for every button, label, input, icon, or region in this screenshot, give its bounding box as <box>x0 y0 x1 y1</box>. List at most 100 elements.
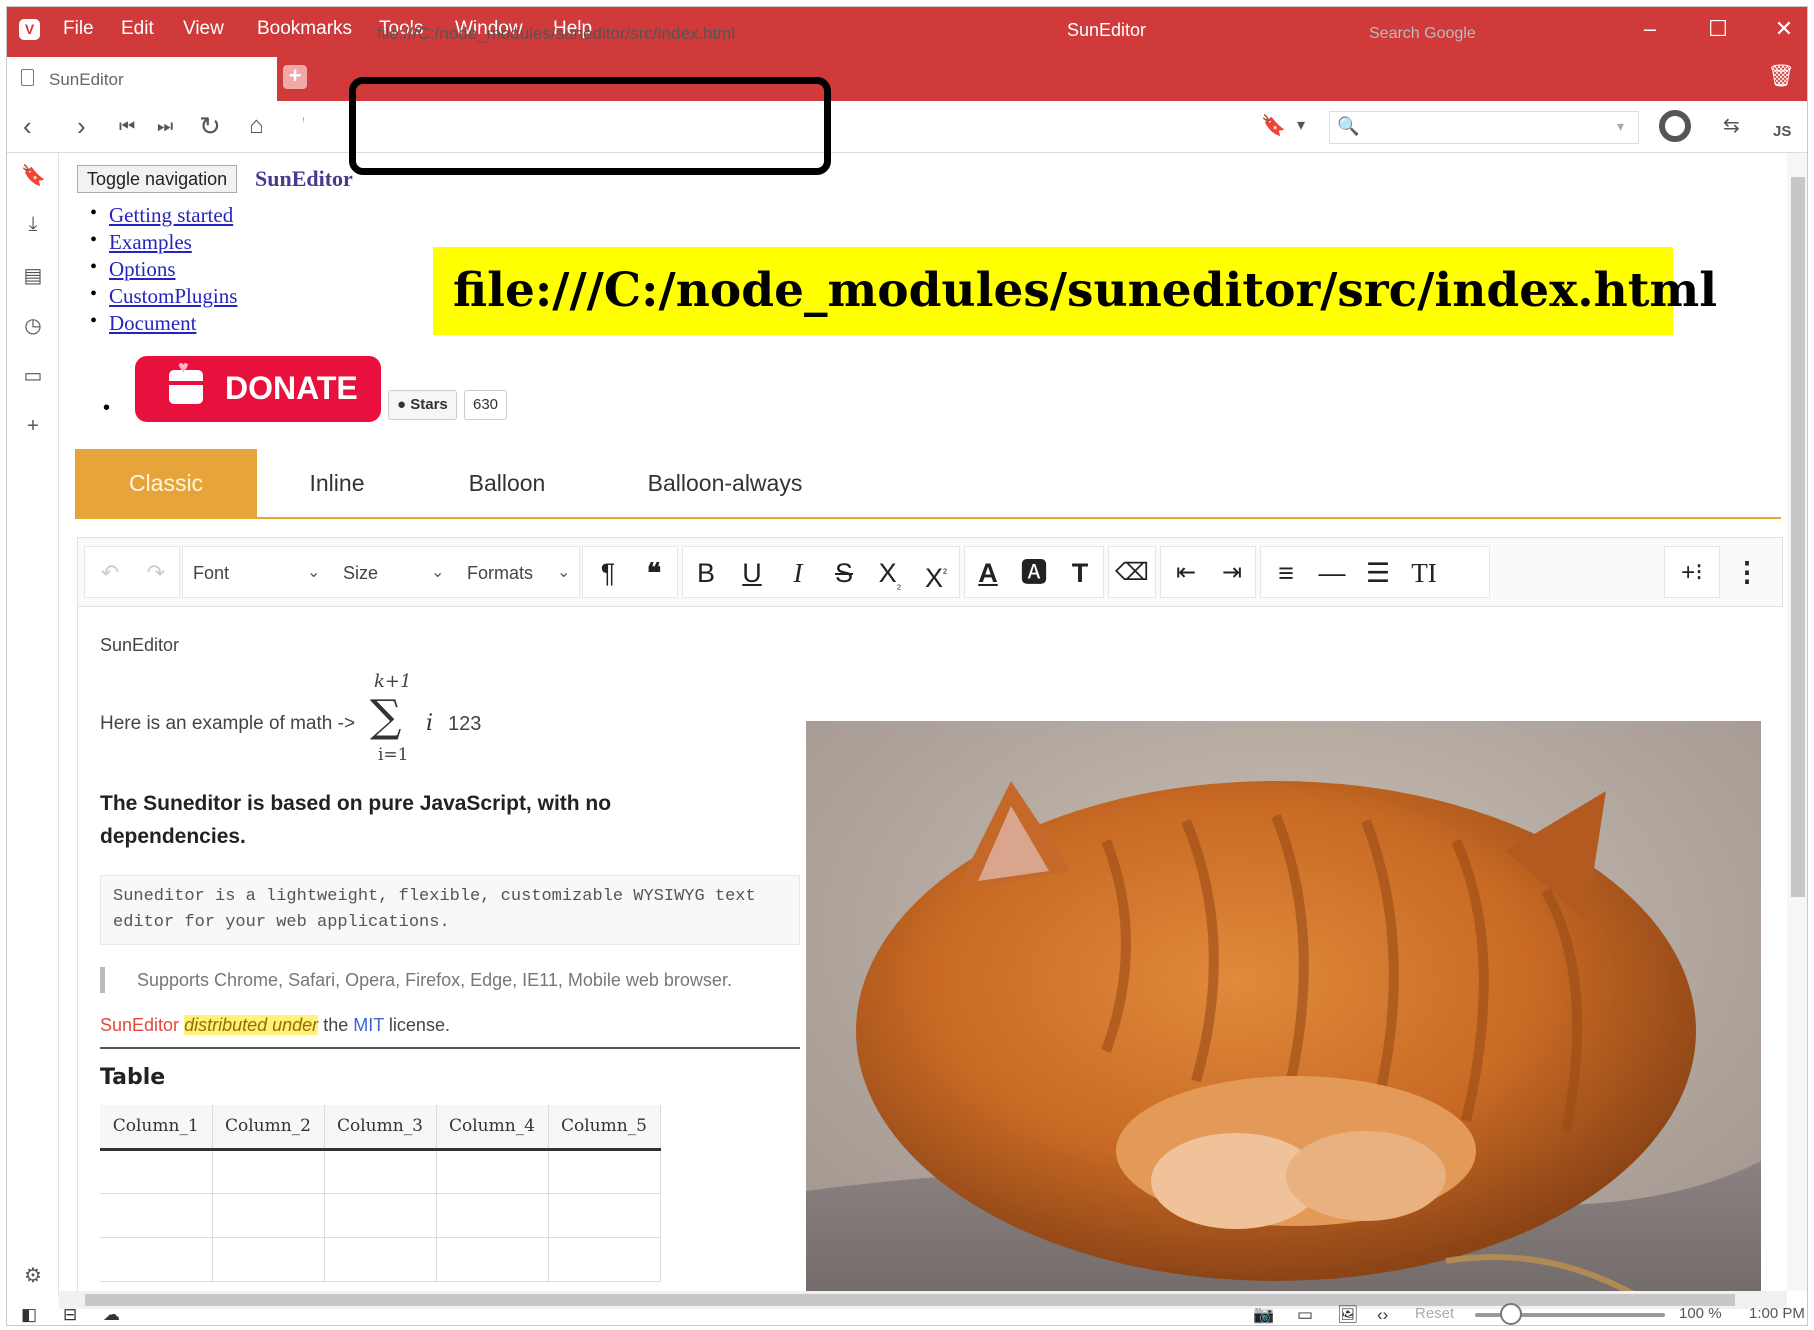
profile-avatar[interactable] <box>1659 110 1691 142</box>
vertical-scrollbar[interactable] <box>1787 153 1807 1291</box>
vertical-scroll-thumb[interactable] <box>1791 177 1805 897</box>
list-icon[interactable]: ☰ <box>1355 547 1401 599</box>
bookmark-icon[interactable]: 🔖 <box>1261 111 1286 141</box>
align-left-icon[interactable]: ≡ <box>1263 547 1309 599</box>
add-panel-icon[interactable]: + <box>21 415 45 438</box>
table-cell[interactable] <box>436 1237 549 1282</box>
url-text[interactable]: file:///C:/node_modules/suneditor/src/in… <box>377 24 735 44</box>
subscript-icon[interactable]: X₂ <box>867 547 913 599</box>
zoom-slider-handle[interactable] <box>1500 1303 1522 1325</box>
cloud-icon[interactable]: ☁ <box>103 1305 120 1325</box>
table-header[interactable]: Column_3 <box>324 1105 437 1151</box>
table-cell[interactable] <box>212 1149 325 1194</box>
redo-icon[interactable]: ↷ <box>133 547 179 599</box>
new-tab-button[interactable]: + <box>283 65 307 89</box>
more-options-icon[interactable]: ⋮ <box>1724 546 1770 598</box>
search-input[interactable] <box>1329 111 1639 144</box>
bookmarks-panel-icon[interactable]: 🔖 <box>21 163 46 188</box>
table-cell[interactable] <box>436 1193 549 1238</box>
forward-icon[interactable]: › <box>77 111 86 141</box>
nav-item[interactable]: CustomPlugins <box>90 283 237 311</box>
chevron-down-icon[interactable]: ▾ <box>1297 111 1305 141</box>
window-panel-icon[interactable]: ▭ <box>21 363 45 388</box>
paragraph-icon[interactable]: ¶ <box>585 547 631 599</box>
indent-icon[interactable]: ⇥ <box>1209 547 1255 599</box>
notes-panel-icon[interactable]: ▤ <box>21 263 45 288</box>
tab-classic[interactable]: Classic <box>75 449 257 517</box>
highlight-color-icon[interactable]: 🅰 <box>1011 547 1057 599</box>
table-cell[interactable] <box>548 1193 661 1238</box>
page-actions-icon[interactable]: ‹› <box>1377 1305 1388 1325</box>
font-color-icon[interactable]: A <box>965 547 1011 599</box>
table-cell[interactable] <box>100 1237 213 1282</box>
nav-link-examples[interactable]: Examples <box>109 230 192 254</box>
undo-icon[interactable]: ↶ <box>87 547 133 599</box>
tab-balloon[interactable]: Balloon <box>417 449 597 517</box>
strikethrough-icon[interactable]: S <box>821 547 867 599</box>
table-header[interactable]: Column_2 <box>212 1105 325 1151</box>
text-style-icon[interactable]: T <box>1057 547 1103 599</box>
js-toggle[interactable]: JS <box>1773 117 1791 147</box>
toggle-navigation-button[interactable]: Toggle navigation <box>77 165 238 193</box>
italic-icon[interactable]: I <box>775 547 821 599</box>
capture-icon[interactable]: 📷 <box>1253 1305 1274 1325</box>
donate-button[interactable]: DONATE <box>135 356 381 422</box>
table-header[interactable]: Column_4 <box>436 1105 549 1151</box>
outdent-icon[interactable]: ⇤ <box>1163 547 1209 599</box>
size-chevron-down-icon[interactable]: ⌄ <box>431 547 444 599</box>
nav-item[interactable]: Document <box>90 310 237 338</box>
nav-link-getting-started[interactable]: Getting started <box>109 203 233 227</box>
search-icon[interactable]: 🔍 <box>1337 111 1359 141</box>
line-height-icon[interactable]: TI <box>1401 547 1447 599</box>
underline-icon[interactable]: U <box>729 547 775 599</box>
formats-chevron-down-icon[interactable]: ⌄ <box>557 547 570 599</box>
sync-icon[interactable]: ⇆ <box>1723 111 1740 141</box>
settings-gear-icon[interactable]: ⚙ <box>21 1263 45 1288</box>
table-cell[interactable] <box>100 1149 213 1194</box>
nav-item[interactable]: Examples <box>90 229 237 257</box>
menu-file[interactable]: File <box>63 18 94 40</box>
rewind-icon[interactable]: ⏮ <box>119 111 135 141</box>
home-icon[interactable]: ⌂ <box>249 111 264 141</box>
nav-link-options[interactable]: Options <box>109 257 176 281</box>
table-cell[interactable] <box>100 1193 213 1238</box>
bold-icon[interactable]: B <box>683 547 729 599</box>
vivaldi-logo-icon[interactable]: V <box>19 19 40 40</box>
content-table[interactable]: Column_1 Column_2 Column_3 Column_4 Colu… <box>100 1105 661 1282</box>
menu-view[interactable]: View <box>183 18 224 40</box>
tiling-icon[interactable]: ⊟ <box>63 1305 77 1325</box>
tab-suneditor[interactable]: SunEditor <box>7 57 277 101</box>
github-stars-button[interactable]: ● Stars <box>388 390 457 420</box>
nav-link-document[interactable]: Document <box>109 311 196 335</box>
fast-forward-icon[interactable]: ⏭ <box>157 111 173 141</box>
formats-select[interactable]: Formats <box>467 547 533 599</box>
table-cell[interactable] <box>548 1237 661 1282</box>
cat-image[interactable] <box>806 721 1761 1291</box>
trash-icon[interactable]: 🗑 <box>1767 63 1795 89</box>
images-icon[interactable]: 🖼 <box>1337 1305 1359 1325</box>
downloads-panel-icon[interactable]: ⤓ <box>21 213 45 236</box>
horizontal-rule-icon[interactable]: — <box>1309 547 1355 599</box>
stars-count[interactable]: 630 <box>464 390 508 420</box>
brand-link[interactable]: SunEditor <box>255 166 353 192</box>
table-header[interactable]: Column_1 <box>100 1105 213 1151</box>
font-select[interactable]: Font <box>193 547 229 599</box>
reload-icon[interactable]: ↻ <box>199 111 221 141</box>
table-cell[interactable] <box>212 1237 325 1282</box>
menu-edit[interactable]: Edit <box>121 18 154 40</box>
editor-content[interactable]: SunEditor Here is an example of math -> … <box>77 607 1783 1291</box>
close-icon[interactable]: ✕ <box>1769 15 1799 43</box>
back-icon[interactable]: ‹ <box>23 111 32 141</box>
history-panel-icon[interactable]: ◷ <box>21 313 45 338</box>
menu-bookmarks[interactable]: Bookmarks <box>257 18 352 40</box>
table-cell[interactable] <box>324 1193 437 1238</box>
table-cell[interactable] <box>324 1237 437 1282</box>
nav-item[interactable]: Options <box>90 256 237 284</box>
table-header[interactable]: Column_5 <box>548 1105 661 1151</box>
blockquote-icon[interactable]: ❝ <box>631 547 677 599</box>
superscript-icon[interactable]: X² <box>913 547 959 599</box>
tab-inline[interactable]: Inline <box>257 449 417 517</box>
horizontal-scrollbar[interactable] <box>59 1291 1787 1309</box>
font-chevron-down-icon[interactable]: ⌄ <box>307 547 320 599</box>
zoom-reset-button[interactable]: Reset <box>1415 1305 1454 1322</box>
